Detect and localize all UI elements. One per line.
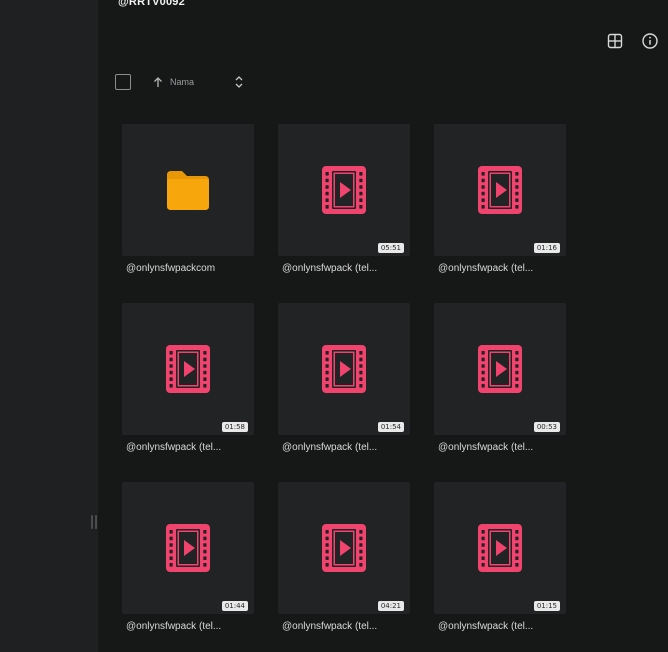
tile-thumbnail: 05:51: [278, 124, 410, 256]
tile-thumbnail: 01:16: [434, 124, 566, 256]
duration-badge: 05:51: [377, 243, 404, 253]
sidebar-resize-handle[interactable]: [91, 515, 97, 529]
grid-view-svg: [607, 33, 623, 49]
video-file-icon: [478, 166, 522, 214]
duration-badge: 00:53: [533, 422, 560, 432]
video-tile[interactable]: 01:15 @onlynsfwpack (tel...: [434, 482, 566, 642]
video-file-icon: [322, 166, 366, 214]
main-content: @RRTV0092 Nama @onlynsfwpackcom 05:51 @o…: [98, 0, 668, 652]
resize-grip-right: [95, 515, 97, 529]
video-file-icon: [322, 524, 366, 572]
video-tile[interactable]: 01:54 @onlynsfwpack (tel...: [278, 303, 410, 463]
tile-name: @onlynsfwpack (tel...: [126, 621, 222, 632]
duration-badge: 01:44: [221, 601, 248, 611]
select-all-checkbox[interactable]: [115, 74, 131, 90]
arrow-up-icon: [154, 77, 162, 87]
video-file-icon: [166, 524, 210, 572]
chevron-up-down-icon[interactable]: [234, 75, 244, 89]
video-file-icon: [166, 345, 210, 393]
resize-grip-left: [91, 515, 93, 529]
duration-badge: 04:21: [377, 601, 404, 611]
tile-name: @onlynsfwpackcom: [126, 263, 216, 274]
duration-badge: 01:54: [377, 422, 404, 432]
video-tile[interactable]: 04:21 @onlynsfwpack (tel...: [278, 482, 410, 642]
tile-name: @onlynsfwpack (tel...: [282, 442, 378, 453]
tile-name: @onlynsfwpack (tel...: [282, 621, 378, 632]
folder-title: @RRTV0092: [118, 0, 185, 8]
video-tile[interactable]: 00:53 @onlynsfwpack (tel...: [434, 303, 566, 463]
info-svg: [642, 33, 658, 49]
duration-badge: 01:16: [533, 243, 560, 253]
tile-thumbnail: 04:21: [278, 482, 410, 614]
video-tile[interactable]: 05:51 @onlynsfwpack (tel...: [278, 124, 410, 284]
video-file-icon: [322, 345, 366, 393]
tile-name: @onlynsfwpack (tel...: [282, 263, 378, 274]
folder-tile[interactable]: @onlynsfwpackcom: [122, 124, 254, 284]
info-icon[interactable]: [641, 32, 659, 50]
tile-name: @onlynsfwpack (tel...: [438, 621, 534, 632]
duration-badge: 01:58: [221, 422, 248, 432]
tile-thumbnail: 01:44: [122, 482, 254, 614]
tile-name: @onlynsfwpack (tel...: [438, 442, 534, 453]
sidebar: [0, 0, 98, 652]
video-file-icon: [478, 524, 522, 572]
file-browser: @RRTV0092 Nama @onlynsfwpackcom 05:51 @o…: [0, 0, 668, 652]
tile-thumbnail: 01:54: [278, 303, 410, 435]
tile-thumbnail: 01:15: [434, 482, 566, 614]
chevron-up-down-svg: [235, 76, 243, 88]
video-tile[interactable]: 01:58 @onlynsfwpack (tel...: [122, 303, 254, 463]
tile-thumbnail: 01:58: [122, 303, 254, 435]
sort-label: Nama: [170, 77, 195, 87]
video-tile[interactable]: 01:16 @onlynsfwpack (tel...: [434, 124, 566, 284]
video-tile[interactable]: 01:44 @onlynsfwpack (tel...: [122, 482, 254, 642]
tile-thumbnail: 00:53: [434, 303, 566, 435]
video-file-icon: [478, 345, 522, 393]
duration-badge: 01:15: [533, 601, 560, 611]
tile-name: @onlynsfwpack (tel...: [126, 442, 222, 453]
grid-view-icon[interactable]: [606, 32, 624, 50]
sort-by-name-button[interactable]: Nama: [153, 74, 194, 90]
tile-thumbnail: [122, 124, 254, 256]
tile-name: @onlynsfwpack (tel...: [438, 263, 534, 274]
folder-icon: [164, 169, 212, 211]
